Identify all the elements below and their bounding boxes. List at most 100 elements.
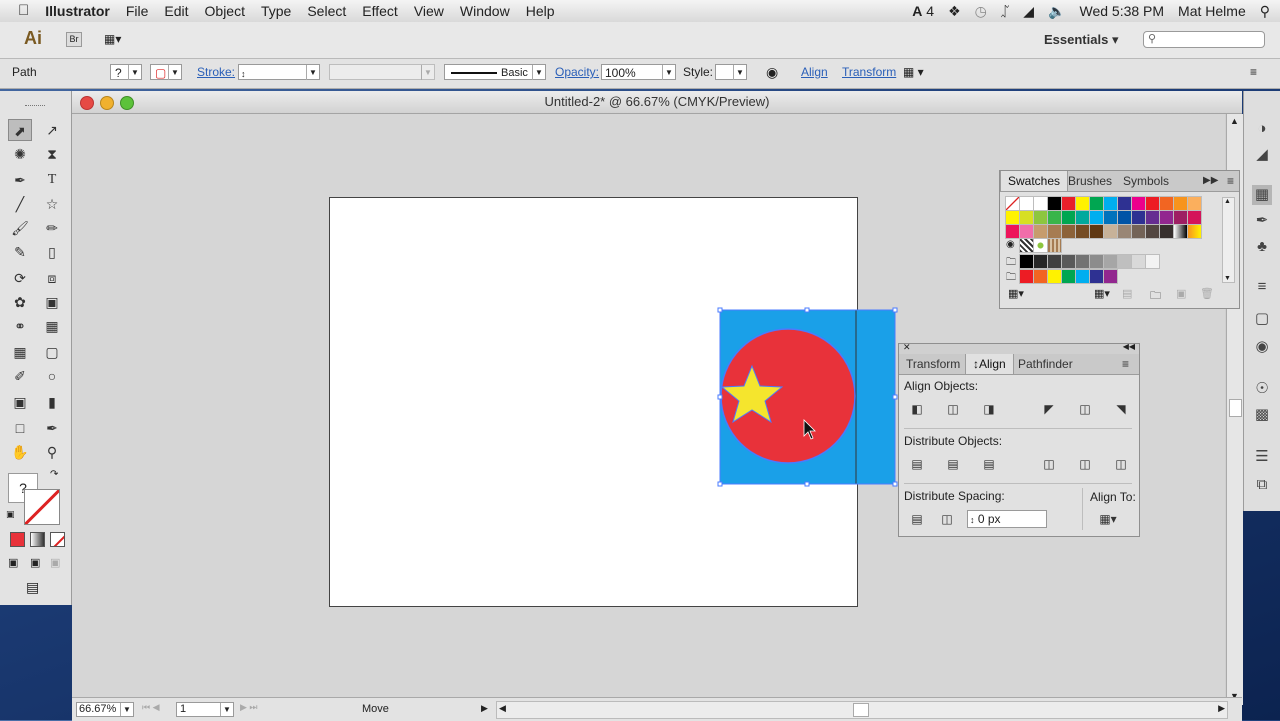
bbox-handle-ml[interactable] [717, 394, 723, 400]
swatch[interactable] [1173, 196, 1188, 211]
swatch[interactable] [1117, 196, 1132, 211]
menu-view[interactable]: View [406, 0, 452, 22]
tab-transform[interactable]: Transform [899, 354, 967, 374]
swatch[interactable] [1047, 254, 1062, 269]
swatch[interactable] [1103, 224, 1118, 239]
horizontal-distribute-right-icon[interactable]: ◫ [1111, 455, 1131, 473]
draw-behind-icon[interactable]: ▣ [30, 556, 40, 569]
align-to-selection-icon[interactable]: ▦▾ [1095, 510, 1121, 528]
color-guide-icon[interactable]: ◢ [1252, 145, 1272, 165]
swatch[interactable] [1145, 196, 1160, 211]
dropbox-icon[interactable]: ❖ [948, 3, 961, 20]
graphic-styles-icon[interactable]: ▩ [1252, 405, 1272, 425]
brush-definition-control[interactable]: Basic ▼ [444, 64, 546, 80]
artwork-group[interactable] [712, 304, 902, 494]
bbox-handle-tm[interactable] [804, 307, 810, 313]
mesh-tool-icon[interactable]: ▦ [8, 341, 32, 363]
swatch[interactable] [1061, 254, 1076, 269]
horizontal-align-right-icon[interactable]: ◨ [979, 400, 999, 418]
draw-inside-icon[interactable]: ▣ [50, 556, 60, 569]
magic-wand-tool-icon[interactable]: ✺ [8, 143, 32, 165]
swatch[interactable] [1047, 238, 1062, 253]
swatch[interactable] [1173, 210, 1188, 225]
time-machine-icon[interactable]: ◷ [975, 3, 987, 20]
color-group-folder-icon[interactable]: 🗀 [1006, 270, 1019, 283]
swatch[interactable] [1033, 269, 1048, 284]
menu-object[interactable]: Object [197, 0, 253, 22]
swatch[interactable] [1145, 224, 1160, 239]
transparency-panel-icon[interactable]: ◉ [1252, 337, 1272, 357]
arrange-documents-button[interactable]: ▦▾ [104, 32, 132, 47]
artboard-number-field[interactable]: 1 ▼ [176, 702, 234, 717]
swatch[interactable] [1033, 238, 1048, 253]
swatch[interactable] [1131, 254, 1146, 269]
new-swatch-icon[interactable]: ▣ [1176, 287, 1186, 300]
stroke-weight-stepper-icon[interactable]: ↕ [239, 69, 246, 79]
wifi-icon[interactable]: ◢ [1023, 3, 1034, 20]
swatch[interactable] [1089, 224, 1104, 239]
column-graph-tool-icon[interactable]: ▮ [40, 391, 64, 413]
tab-pathfinder[interactable]: Pathfinder [1011, 354, 1080, 374]
align-panel-link[interactable]: Align [801, 64, 828, 81]
tab-brushes[interactable]: Brushes [1061, 171, 1119, 191]
swatch[interactable] [1075, 224, 1090, 239]
swatch[interactable] [1033, 224, 1048, 239]
scroll-down-arrow-icon[interactable]: ▼ [1224, 275, 1231, 282]
swatch[interactable] [1159, 210, 1174, 225]
swatch[interactable] [1145, 210, 1160, 225]
menu-help[interactable]: Help [518, 0, 563, 22]
swatch[interactable] [1047, 210, 1062, 225]
opacity-label[interactable]: Opacity: [555, 64, 599, 81]
panel-menu-icon[interactable]: ≡ [1250, 64, 1257, 81]
swatch[interactable] [1159, 196, 1174, 211]
swatch[interactable] [1075, 254, 1090, 269]
horizontal-align-left-icon[interactable]: ◧ [907, 400, 927, 418]
stroke-weight-field[interactable]: ↕ ▼ [238, 64, 320, 80]
volume-icon[interactable]: 🔈 [1048, 3, 1065, 20]
swatch[interactable] [1117, 224, 1132, 239]
swatch[interactable] [1103, 254, 1118, 269]
swatch[interactable] [1061, 210, 1076, 225]
adobe-ai-status[interactable]: A 4 [912, 3, 934, 19]
swatch[interactable] [1075, 196, 1090, 211]
tools-panel-grip[interactable] [25, 105, 45, 109]
horizontal-distribute-space-icon[interactable]: ◫ [937, 510, 957, 528]
brushes-panel-icon[interactable]: ✒ [1252, 211, 1272, 231]
swatch[interactable] [1061, 196, 1076, 211]
scale-tool-icon[interactable]: ⧈ [40, 267, 64, 289]
bbox-handle-mr[interactable] [892, 394, 898, 400]
swatch[interactable] [1131, 210, 1146, 225]
swatch[interactable] [1019, 210, 1034, 225]
color-mode-button[interactable] [10, 532, 25, 547]
direct-selection-tool-icon[interactable]: ↗ [40, 119, 64, 141]
swatch[interactable] [1131, 196, 1146, 211]
hscroll-thumb[interactable] [853, 703, 869, 717]
delete-swatch-icon[interactable]: 🗑 [1200, 287, 1214, 300]
bbox-handle-br[interactable] [892, 481, 898, 487]
menu-effect[interactable]: Effect [354, 0, 406, 22]
eraser-tool-icon[interactable]: ▯ [40, 241, 64, 263]
perspective-grid-tool-icon[interactable]: ▦ [40, 315, 64, 337]
swatch-options-icon[interactable]: ▤ [1122, 287, 1132, 300]
swatch[interactable] [1187, 196, 1202, 211]
spotlight-icon[interactable]: ⚲ [1260, 3, 1270, 20]
color-panel-icon[interactable]: ◑ [1252, 119, 1272, 139]
horizontal-scrollbar[interactable]: ◀ ▶ [496, 701, 1228, 719]
swatch[interactable] [1019, 224, 1034, 239]
stroke-label[interactable]: Stroke: [197, 64, 235, 81]
show-swatch-kinds-icon[interactable]: ▦▾ [1094, 287, 1110, 300]
swatch[interactable] [1089, 196, 1104, 211]
scroll-thumb[interactable] [1229, 399, 1242, 417]
swatch[interactable] [1173, 224, 1188, 239]
menubar-clock[interactable]: Wed 5:38 PM [1079, 3, 1164, 19]
swatch[interactable] [1075, 210, 1090, 225]
spacing-value-field[interactable]: ↕ 0 px [967, 510, 1047, 528]
swatch[interactable] [1103, 269, 1118, 284]
vertical-distribute-top-icon[interactable]: ▤ [907, 455, 927, 473]
minimize-window-button[interactable] [100, 96, 114, 110]
horizontal-align-center-icon[interactable]: ◫ [943, 400, 963, 418]
tab-align[interactable]: ↕Align [965, 354, 1014, 374]
color-group-folder-icon[interactable]: ◉ [1006, 239, 1019, 252]
menubar-user[interactable]: Mat Helme [1178, 3, 1246, 19]
vertical-distribute-center-icon[interactable]: ▤ [943, 455, 963, 473]
